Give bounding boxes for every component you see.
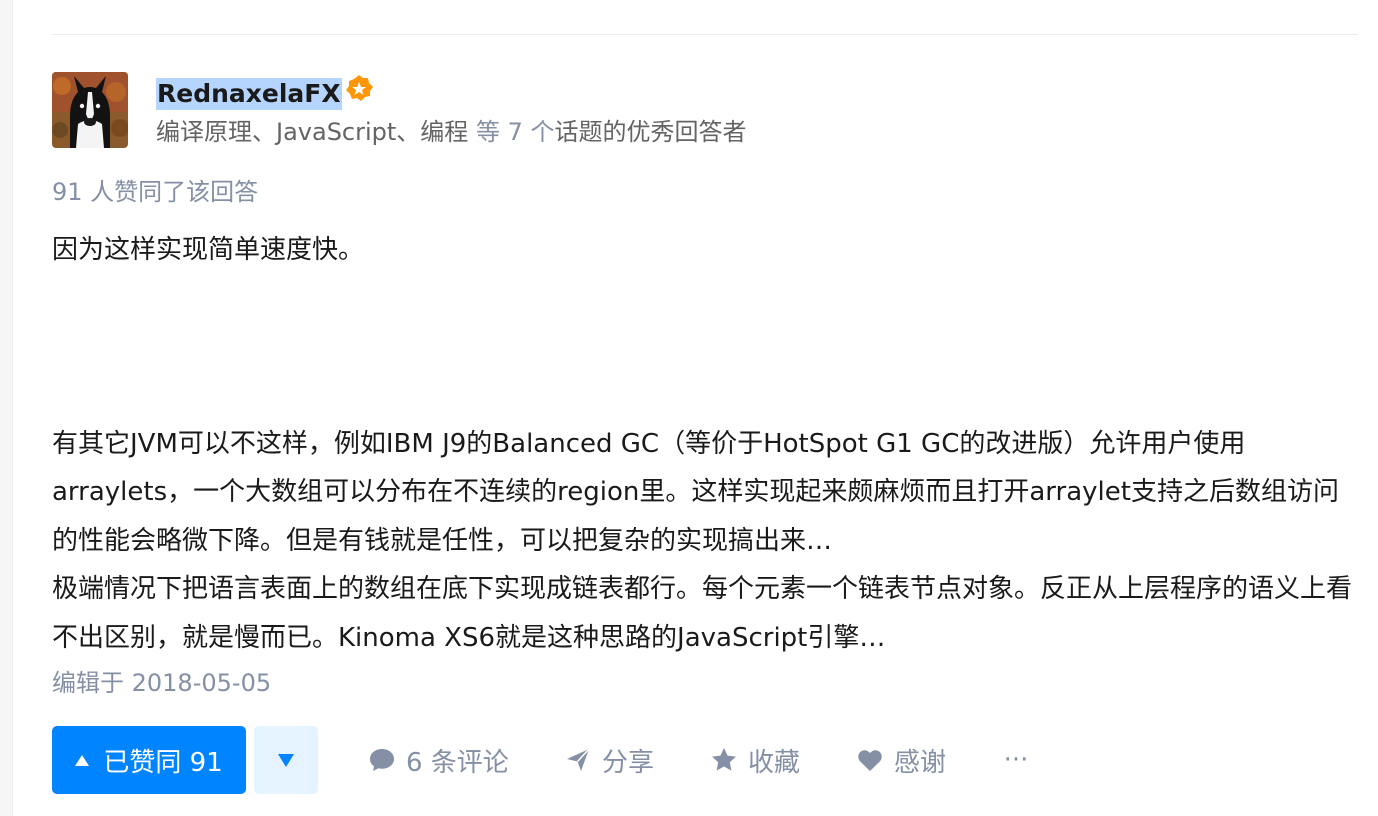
vote-down-button[interactable] — [254, 726, 318, 794]
excellent-answerer-badge-icon[interactable] — [344, 74, 374, 104]
downvote-triangle-icon — [278, 753, 294, 767]
vote-up-button[interactable]: 已赞同 91 — [52, 726, 246, 794]
headline-suffix: 话题的优秀回答者 — [554, 118, 747, 146]
vote-up-label: 已赞同 91 — [103, 747, 223, 778]
answer-actions: 已赞同 91 6 条评论 分享 收藏 感谢 ··· — [52, 726, 1358, 794]
dog-avatar-image — [52, 72, 128, 148]
collect-label: 收藏 — [748, 747, 801, 778]
answer-paragraph: 因为这样实现简单速度快。 — [52, 235, 365, 265]
answer-body: 因为这样实现简单速度快。 有其它JVM可以不这样，例如IBM J9的Balanc… — [52, 226, 1358, 662]
author-name[interactable]: RednaxelaFX — [156, 78, 342, 110]
edit-time[interactable]: 编辑于 2018-05-05 — [52, 667, 271, 699]
comment-icon — [370, 749, 394, 771]
vote-summary: 91 人赞同了该回答 — [52, 178, 259, 206]
avatar[interactable] — [52, 72, 128, 148]
share-label: 分享 — [602, 747, 655, 778]
share-icon — [567, 748, 590, 771]
more-icon: ··· — [1003, 745, 1029, 775]
star-icon — [712, 748, 736, 771]
left-rail — [0, 0, 13, 816]
collect-button[interactable]: 收藏 — [710, 726, 800, 794]
upvote-triangle-icon — [75, 754, 90, 766]
headline-more-topics-link[interactable]: 等 7 个 — [468, 118, 555, 146]
headline-topics: 编译原理、JavaScript、编程 — [156, 118, 469, 146]
answer-paragraph: 极端情况下把语言表面上的数组在底下实现成链表都行。每个元素一个链表节点对象。反正… — [52, 574, 1353, 653]
thanks-label: 感谢 — [894, 747, 947, 778]
thanks-button[interactable]: 感谢 — [856, 726, 946, 794]
author-headline: 编译原理、JavaScript、编程 等 7 个话题的优秀回答者 — [156, 116, 746, 148]
answer-paragraph: 有其它JVM可以不这样，例如IBM J9的Balanced GC（等价于HotS… — [52, 428, 1339, 556]
comment-label: 6 条评论 — [406, 747, 509, 778]
share-button[interactable]: 分享 — [564, 726, 654, 794]
top-divider — [52, 34, 1358, 35]
more-options-button[interactable]: ··· — [1000, 726, 1032, 794]
comment-button[interactable]: 6 条评论 — [368, 726, 509, 794]
heart-icon — [858, 750, 882, 771]
